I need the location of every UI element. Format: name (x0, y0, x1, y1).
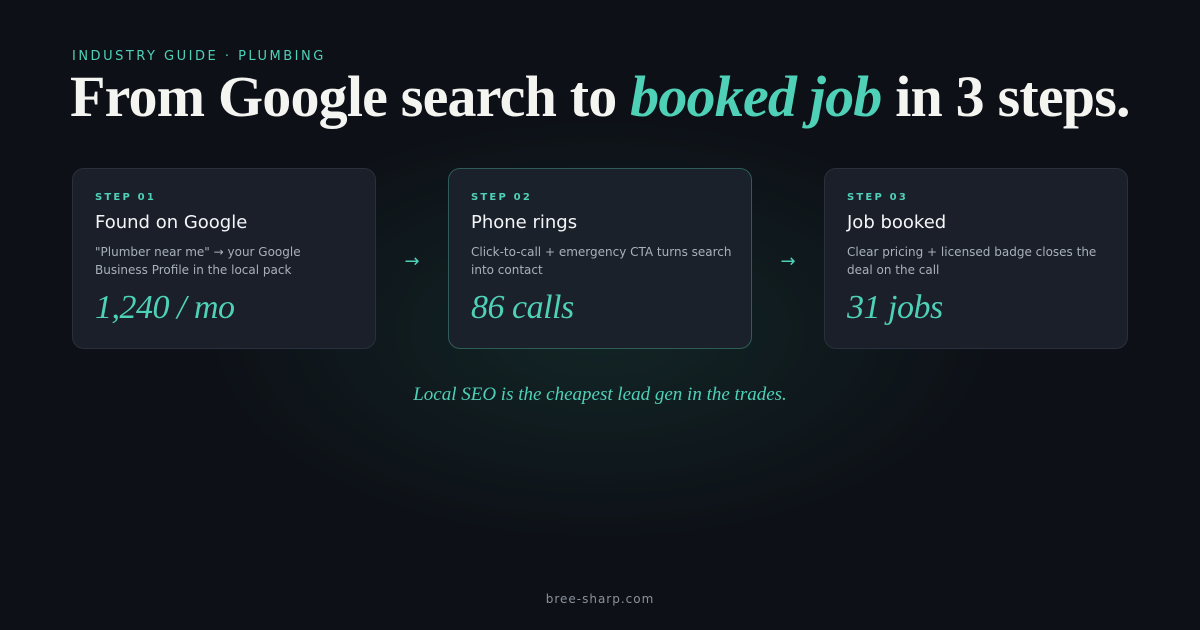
step-card-1: STEP 01 Found on Google "Plumber near me… (72, 168, 376, 349)
headline-lead: From Google search to (70, 64, 631, 129)
page-title: From Google search to booked job in 3 st… (70, 64, 1131, 130)
step-title: Phone rings (471, 212, 578, 233)
step-metric: 1,240 / mo (95, 289, 235, 326)
headline-accent: booked job (630, 64, 882, 129)
step-card-3: STEP 03 Job booked Clear pricing + licen… (824, 168, 1128, 349)
step-title: Job booked (847, 212, 947, 233)
arrow-right-icon: → (404, 251, 420, 272)
footer-domain: bree-sharp.com (545, 592, 655, 606)
step-metric: 31 jobs (847, 289, 943, 326)
step-description: "Plumber near me" → your Google Business… (95, 245, 301, 277)
tagline: Local SEO is the cheapest lead gen in th… (413, 384, 787, 405)
eyebrow-label: INDUSTRY GUIDE · PLUMBING (72, 49, 326, 64)
step-card-2: STEP 02 Phone rings Click-to-call + emer… (448, 168, 752, 349)
step-title: Found on Google (95, 212, 248, 233)
step-label: STEP 03 (847, 192, 908, 203)
step-metric: 86 calls (471, 289, 574, 326)
arrow-right-icon: → (780, 251, 796, 272)
step-label: STEP 01 (95, 192, 156, 203)
step-description: Clear pricing + licensed badge closes th… (847, 245, 1097, 277)
step-description: Click-to-call + emergency CTA turns sear… (471, 245, 732, 277)
headline-trail: in 3 steps. (881, 64, 1130, 129)
step-label: STEP 02 (471, 192, 532, 203)
